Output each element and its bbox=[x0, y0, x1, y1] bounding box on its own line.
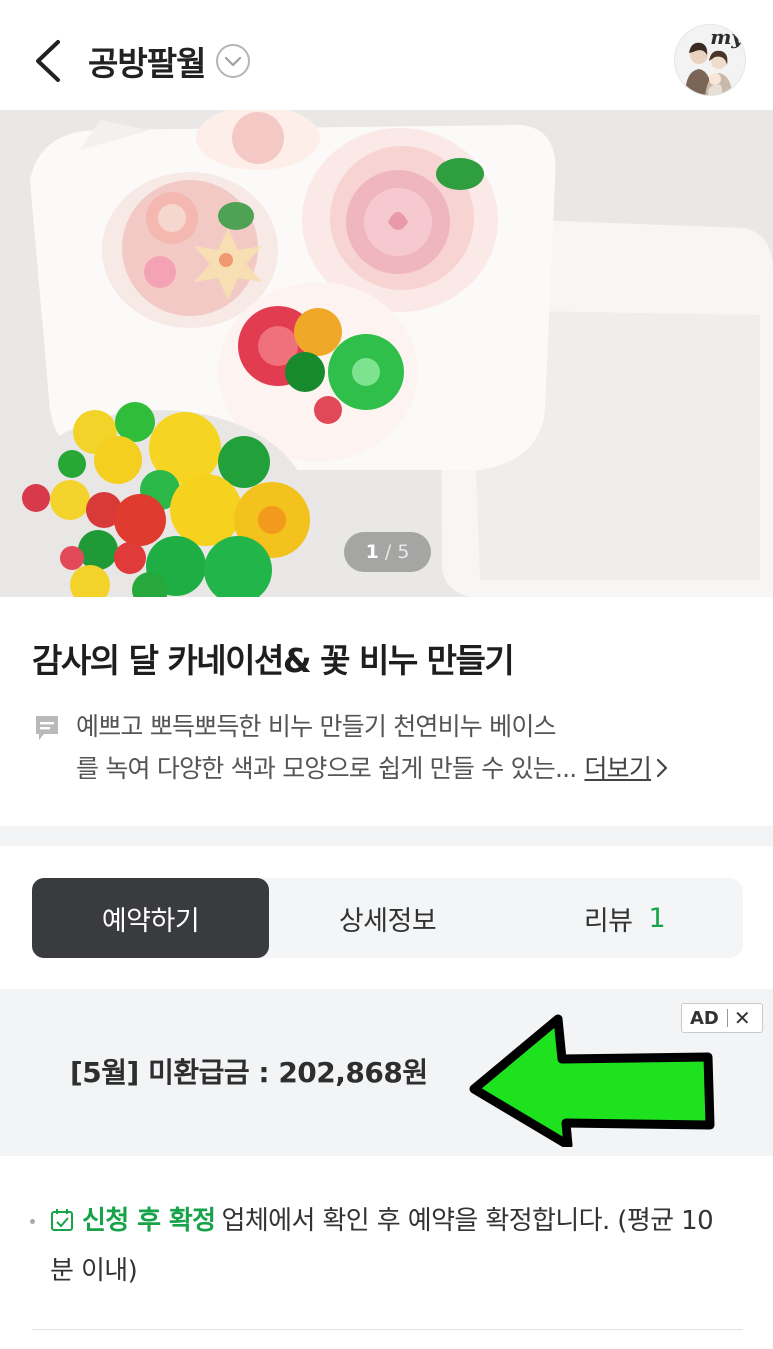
tab-detail[interactable]: 상세정보 bbox=[269, 878, 506, 958]
calendar-check-icon bbox=[51, 1209, 73, 1231]
avatar-label: my bbox=[710, 25, 743, 49]
product-title: 감사의 달 카네이션& 꽃 비누 만들기 bbox=[32, 641, 515, 680]
tab-review-label: 리뷰 bbox=[583, 905, 633, 937]
booking-notice: 신청 후 확정 업체에서 확인 후 예약을 확정합니다. (평균 10분 이내) bbox=[30, 1196, 730, 1296]
pager-current: 1 bbox=[365, 541, 379, 563]
avatar[interactable]: my bbox=[674, 24, 746, 96]
hero-image[interactable]: 1 / 5 bbox=[0, 110, 773, 597]
notice-body: 신청 후 확정 업체에서 확인 후 예약을 확정합니다. (평균 10분 이내) bbox=[30, 1196, 730, 1296]
ad-banner[interactable]: [5월] 미환급금 : 202,868원 AD ✕ bbox=[0, 989, 773, 1156]
description-line-2-text: 를 녹여 다양한 색과 모양으로 쉽게 만들 수 있는... bbox=[76, 754, 577, 783]
pager-total: 5 bbox=[397, 541, 410, 563]
description-line-1: 예쁘고 뽀득뽀득한 비누 만들기 천연비누 베이스 bbox=[76, 712, 557, 741]
section-divider bbox=[0, 826, 773, 846]
top-header: 공방팔월 my bbox=[0, 0, 773, 110]
soap-photo bbox=[0, 110, 773, 597]
tab-reserve[interactable]: 예약하기 bbox=[32, 878, 269, 958]
description-line-2: 를 녹여 다양한 색과 모양으로 쉽게 만들 수 있는... 더보기 bbox=[76, 748, 746, 790]
chevron-left-icon[interactable] bbox=[30, 38, 70, 84]
comment-icon bbox=[36, 716, 58, 740]
notice-highlight: 신청 후 확정 bbox=[82, 1206, 216, 1236]
more-link[interactable]: 더보기 bbox=[584, 754, 651, 783]
image-pager: 1 / 5 bbox=[344, 532, 431, 572]
bullet bbox=[30, 1219, 35, 1224]
close-icon[interactable]: ✕ bbox=[734, 1006, 751, 1030]
product-description: 예쁘고 뽀득뽀득한 비누 만들기 천연비누 베이스 를 녹여 다양한 색과 모양… bbox=[76, 706, 746, 790]
store-title[interactable]: 공방팔월 bbox=[88, 37, 206, 85]
store-title-group[interactable]: 공방팔월 bbox=[88, 36, 251, 86]
ad-badge-divider bbox=[726, 1009, 728, 1027]
ad-label: AD bbox=[690, 1007, 719, 1029]
pager-separator: / bbox=[384, 541, 392, 563]
review-count: 1 bbox=[648, 902, 666, 934]
bottom-divider bbox=[32, 1329, 743, 1330]
chevron-right-icon[interactable] bbox=[655, 757, 669, 779]
circle-chevron-down-icon[interactable] bbox=[215, 43, 251, 79]
ad-badge: AD ✕ bbox=[681, 1003, 763, 1033]
tab-review[interactable]: 리뷰 1 bbox=[506, 878, 743, 958]
ad-text[interactable]: [5월] 미환급금 : 202,868원 bbox=[70, 1051, 428, 1091]
tab-bar: 예약하기 상세정보 리뷰 1 bbox=[32, 878, 743, 958]
